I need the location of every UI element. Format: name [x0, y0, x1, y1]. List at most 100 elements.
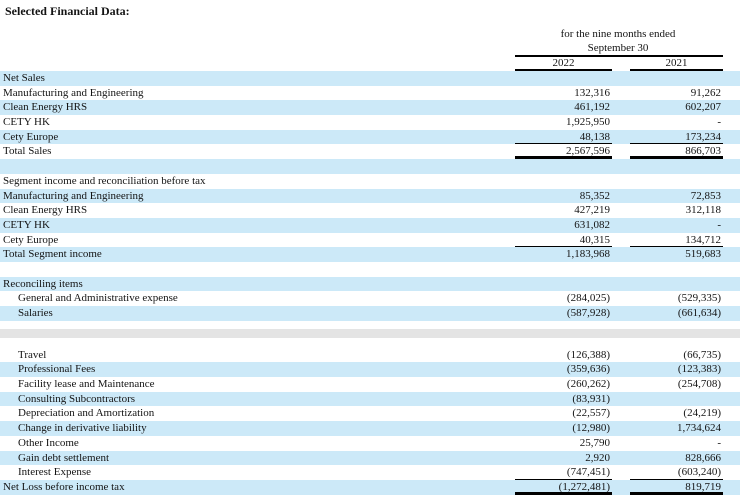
value-2022: (126,388) [566, 348, 610, 361]
table-row: Clean Energy HRS 461,192 602,207 [0, 100, 740, 116]
column-spacer [612, 218, 630, 233]
value-2022: 85,352 [579, 189, 610, 202]
right-spacer [723, 291, 740, 306]
value-2022: 2,567,596 [515, 144, 612, 160]
right-spacer [723, 406, 740, 421]
value-2022: (22,557) [572, 407, 610, 420]
value-2021 [630, 329, 723, 338]
value-2022: 631,082 [574, 218, 610, 231]
right-spacer [723, 465, 740, 480]
table-row: Consulting Subcontractors (83,931) [0, 391, 740, 407]
value-2021: 173,234 [630, 130, 723, 145]
row-label [0, 262, 515, 277]
right-spacer [723, 338, 740, 348]
period-header-line1: for the nine months ended [560, 28, 676, 40]
right-spacer [723, 100, 740, 115]
right-spacer [723, 377, 740, 392]
table-row: Interest Expense (747,451) (603,240) [0, 465, 740, 480]
column-spacer [612, 189, 630, 204]
row-label: Manufacturing and Engineering [3, 86, 144, 99]
right-spacer [723, 277, 740, 292]
value-2022: 461,192 [574, 101, 610, 114]
row-label [0, 321, 515, 329]
value-2022 [515, 71, 612, 86]
row-label: Professional Fees [18, 363, 96, 376]
value-2022: (1,272,481) [515, 480, 612, 495]
row-label: Segment income and reconciliation before… [3, 174, 206, 187]
row-label: Cety Europe [3, 233, 59, 246]
value-2022 [515, 321, 612, 329]
column-header-2021: 2021 [665, 57, 688, 69]
table-row [0, 328, 740, 338]
column-spacer [612, 115, 630, 130]
table-row [0, 159, 740, 174]
value-2022: (359,636) [566, 363, 610, 376]
value-2022: (260,262) [566, 378, 610, 391]
table-row: Change in derivative liability (12,980) … [0, 421, 740, 436]
value-2021: 602,207 [685, 101, 721, 114]
column-spacer [612, 306, 630, 321]
value-2022: 40,315 [515, 233, 612, 248]
column-spacer [612, 247, 630, 262]
row-label: Total Segment income [3, 248, 102, 261]
row-label [0, 159, 515, 174]
value-2022: 132,316 [574, 86, 610, 99]
value-2021 [630, 174, 723, 189]
row-label: CETY HK [3, 218, 50, 231]
column-spacer [612, 465, 630, 480]
right-spacer [723, 329, 740, 338]
value-2022: 427,219 [574, 204, 610, 217]
value-2021: - [717, 436, 721, 449]
value-2021 [630, 338, 723, 348]
row-label: Net Sales [3, 72, 45, 84]
column-spacer [612, 348, 630, 363]
row-label: Other Income [18, 436, 79, 449]
table-row: Total Sales 2,567,596 866,703 [0, 144, 740, 160]
table-row: Professional Fees (359,636) (123,383) [0, 362, 740, 378]
right-spacer [723, 348, 740, 363]
right-spacer [723, 421, 740, 436]
value-2022: (12,980) [572, 422, 610, 435]
value-2021: 866,703 [630, 144, 723, 160]
table-row: Manufacturing and Engineering 132,316 91… [0, 86, 740, 101]
table-row: Net Loss before income tax (1,272,481) 8… [0, 479, 740, 495]
value-2021 [630, 392, 723, 407]
column-spacer [612, 233, 630, 248]
table-row: Travel (126,388) (66,735) [0, 348, 740, 363]
table-row: Net Sales [0, 71, 740, 86]
table-row: Cety Europe 40,315 134,712 [0, 233, 740, 248]
value-2021: (123,383) [677, 363, 721, 376]
row-label: Clean Energy HRS [3, 204, 88, 217]
value-2021: 72,853 [690, 189, 721, 202]
right-spacer [723, 233, 740, 248]
right-spacer [723, 321, 740, 329]
value-2022: (284,025) [566, 292, 610, 305]
right-spacer [723, 306, 740, 321]
column-spacer [612, 86, 630, 101]
right-spacer [723, 262, 740, 277]
table-row [0, 338, 740, 348]
table-row: Manufacturing and Engineering 85,352 72,… [0, 188, 740, 204]
column-spacer [612, 480, 630, 495]
row-label [0, 329, 515, 338]
right-spacer [723, 159, 740, 174]
column-spacer [612, 392, 630, 407]
period-header-line2: September 30 [587, 41, 649, 54]
value-2021: 1,734,624 [677, 422, 721, 435]
row-label: Interest Expense [18, 466, 91, 479]
value-2022: (747,451) [515, 465, 612, 480]
value-2021: (661,634) [677, 307, 721, 319]
row-label: Total Sales [3, 145, 52, 158]
row-label: Clean Energy HRS [3, 101, 88, 114]
value-2021: (529,335) [677, 292, 721, 305]
row-label: Depreciation and Amortization [18, 407, 155, 420]
table-row: CETY HK 1,925,950 - [0, 115, 740, 130]
right-spacer [723, 86, 740, 101]
right-spacer [723, 144, 740, 159]
right-spacer [723, 247, 740, 262]
row-label: General and Administrative expense [18, 292, 178, 305]
value-2022: 48,138 [515, 130, 612, 145]
row-label: Travel [18, 348, 47, 361]
value-2022: (587,928) [566, 307, 610, 319]
column-spacer [612, 71, 630, 86]
